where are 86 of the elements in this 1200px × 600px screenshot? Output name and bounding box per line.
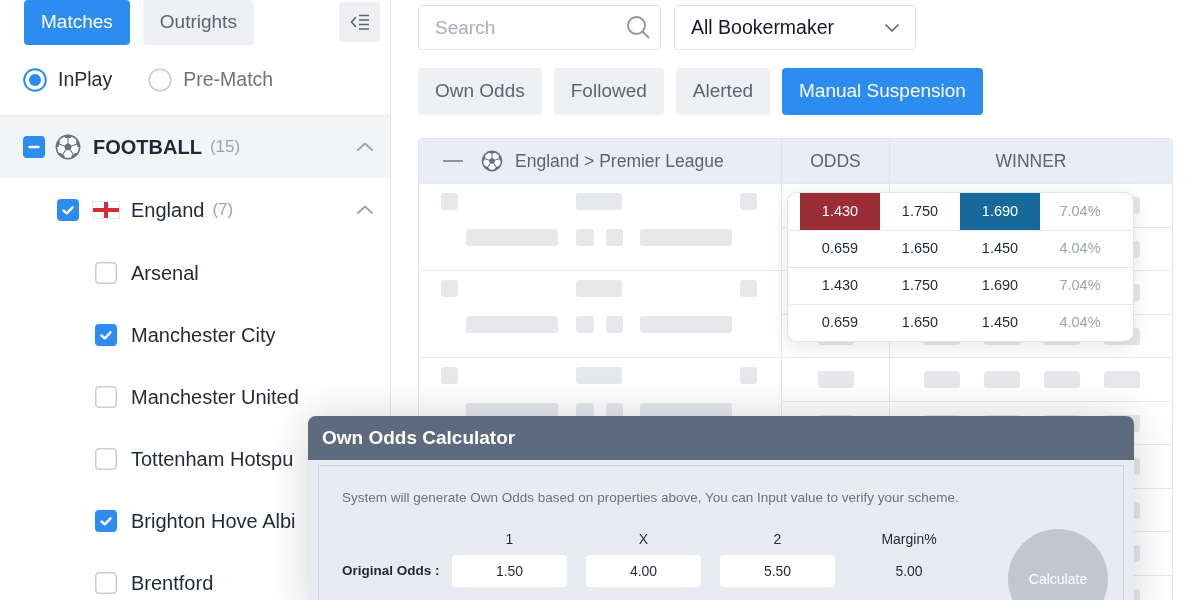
- margin-value: 4.04%: [1058, 313, 1102, 333]
- checkbox[interactable]: [95, 386, 117, 408]
- odds-value[interactable]: 1.450: [960, 231, 1040, 267]
- radio-button[interactable]: [23, 68, 47, 92]
- odds-value[interactable]: 1.750: [880, 268, 960, 304]
- description-text: System will generate Own Odds based on properties above, You can Input value to verify your scheme.: [342, 489, 960, 507]
- odds-value[interactable]: 1.690: [960, 268, 1040, 304]
- skeleton-bar: [576, 367, 622, 384]
- flag-icon: [92, 201, 120, 219]
- checkbox[interactable]: [95, 448, 117, 470]
- odds-value[interactable]: 0.659: [800, 231, 880, 267]
- odds-value[interactable]: 1.690: [960, 193, 1040, 230]
- odds-input[interactable]: 4.00: [586, 555, 701, 588]
- skeleton-bar: [576, 193, 622, 210]
- skeleton-block: [441, 193, 458, 210]
- team-name[interactable]: Brentford: [131, 568, 214, 598]
- column-header: 2: [772, 530, 783, 550]
- skeleton-block: [441, 280, 458, 297]
- radio-button[interactable]: [148, 68, 173, 92]
- column-header: ODDS: [781, 139, 889, 183]
- filter-button[interactable]: Alerted: [675, 68, 770, 115]
- column-header: England > Premier League: [515, 149, 724, 173]
- chevron-up-icon[interactable]: [357, 205, 373, 215]
- margin-value: 7.04%: [1058, 201, 1102, 221]
- margin-value: 7.04%: [1058, 276, 1102, 296]
- skeleton-block: [740, 367, 757, 384]
- dialog-title: Own Odds Calculator: [322, 425, 516, 450]
- sport-name: FOOTBALL: [93, 135, 202, 160]
- odds-value[interactable]: 1.650: [880, 231, 960, 267]
- column-header: Margin%: [880, 530, 938, 550]
- checkbox[interactable]: [95, 324, 117, 346]
- checkbox[interactable]: [23, 136, 45, 158]
- odds-input[interactable]: 5.50: [720, 555, 835, 588]
- odds-value[interactable]: 1.430: [800, 268, 880, 304]
- checkbox[interactable]: [95, 572, 117, 594]
- item-count: (15): [209, 136, 241, 159]
- skeleton-block: [606, 229, 623, 246]
- odds-value[interactable]: 0.659: [800, 305, 880, 341]
- chevron-down-icon: [885, 23, 899, 32]
- view-tab[interactable]: Outrights: [142, 0, 254, 45]
- team-name[interactable]: Arsenal: [131, 258, 199, 288]
- odds-value[interactable]: 1.750: [880, 193, 960, 230]
- item-count: (7): [212, 199, 234, 222]
- football-icon: [55, 134, 81, 160]
- skeleton-block: [576, 229, 594, 246]
- collapse-icon: [349, 14, 370, 30]
- skeleton-block: [576, 316, 594, 333]
- skeleton-block: [606, 316, 623, 333]
- column-header: 1: [504, 530, 515, 550]
- margin-value: 5.00: [894, 561, 924, 581]
- search-icon[interactable]: [626, 15, 650, 39]
- odds-value[interactable]: 1.650: [880, 305, 960, 341]
- skeleton-block: [740, 280, 757, 297]
- search-field[interactable]: Search: [418, 5, 661, 50]
- team-name[interactable]: Manchester United: [131, 382, 299, 412]
- chevron-up-icon[interactable]: [357, 142, 373, 152]
- checkbox[interactable]: [95, 262, 117, 284]
- filter-button[interactable]: Followed: [553, 68, 664, 115]
- team-name[interactable]: Tottenham Hotspu: [131, 444, 294, 474]
- odds-value[interactable]: 1.430: [800, 193, 880, 230]
- margin-value: 4.04%: [1058, 239, 1102, 259]
- skeleton-bar: [1104, 371, 1140, 388]
- sport-row[interactable]: FOOTBALL (15): [0, 115, 390, 178]
- skeleton-bar: [924, 371, 960, 388]
- football-icon: [481, 150, 503, 172]
- skeleton-bar: [576, 280, 622, 297]
- row-label: Original Odds :: [342, 562, 441, 581]
- column-header: WINNER: [889, 139, 1172, 183]
- bookmaker-select[interactable]: All Bookermaker: [674, 5, 916, 50]
- odds-input[interactable]: 1.50: [452, 555, 567, 588]
- odds-value[interactable]: 1.450: [960, 305, 1040, 341]
- checkbox[interactable]: [95, 510, 117, 532]
- team-name[interactable]: Manchester City: [131, 320, 276, 350]
- checkbox[interactable]: [57, 199, 79, 221]
- collapse-sidebar-button[interactable]: [339, 2, 380, 42]
- filter-button[interactable]: Own Odds: [418, 68, 542, 115]
- skeleton-block: [740, 193, 757, 210]
- column-header: X: [637, 530, 650, 550]
- skeleton-bar: [817, 371, 854, 388]
- skeleton-bar: [1044, 371, 1080, 388]
- radio-label[interactable]: InPlay: [58, 65, 113, 95]
- skeleton-block: [441, 367, 458, 384]
- team-name[interactable]: Brighton Hove Albi: [131, 506, 296, 536]
- country-name[interactable]: England: [131, 195, 205, 225]
- skeleton-bar: [984, 371, 1020, 388]
- radio-label[interactable]: Pre-Match: [183, 65, 274, 95]
